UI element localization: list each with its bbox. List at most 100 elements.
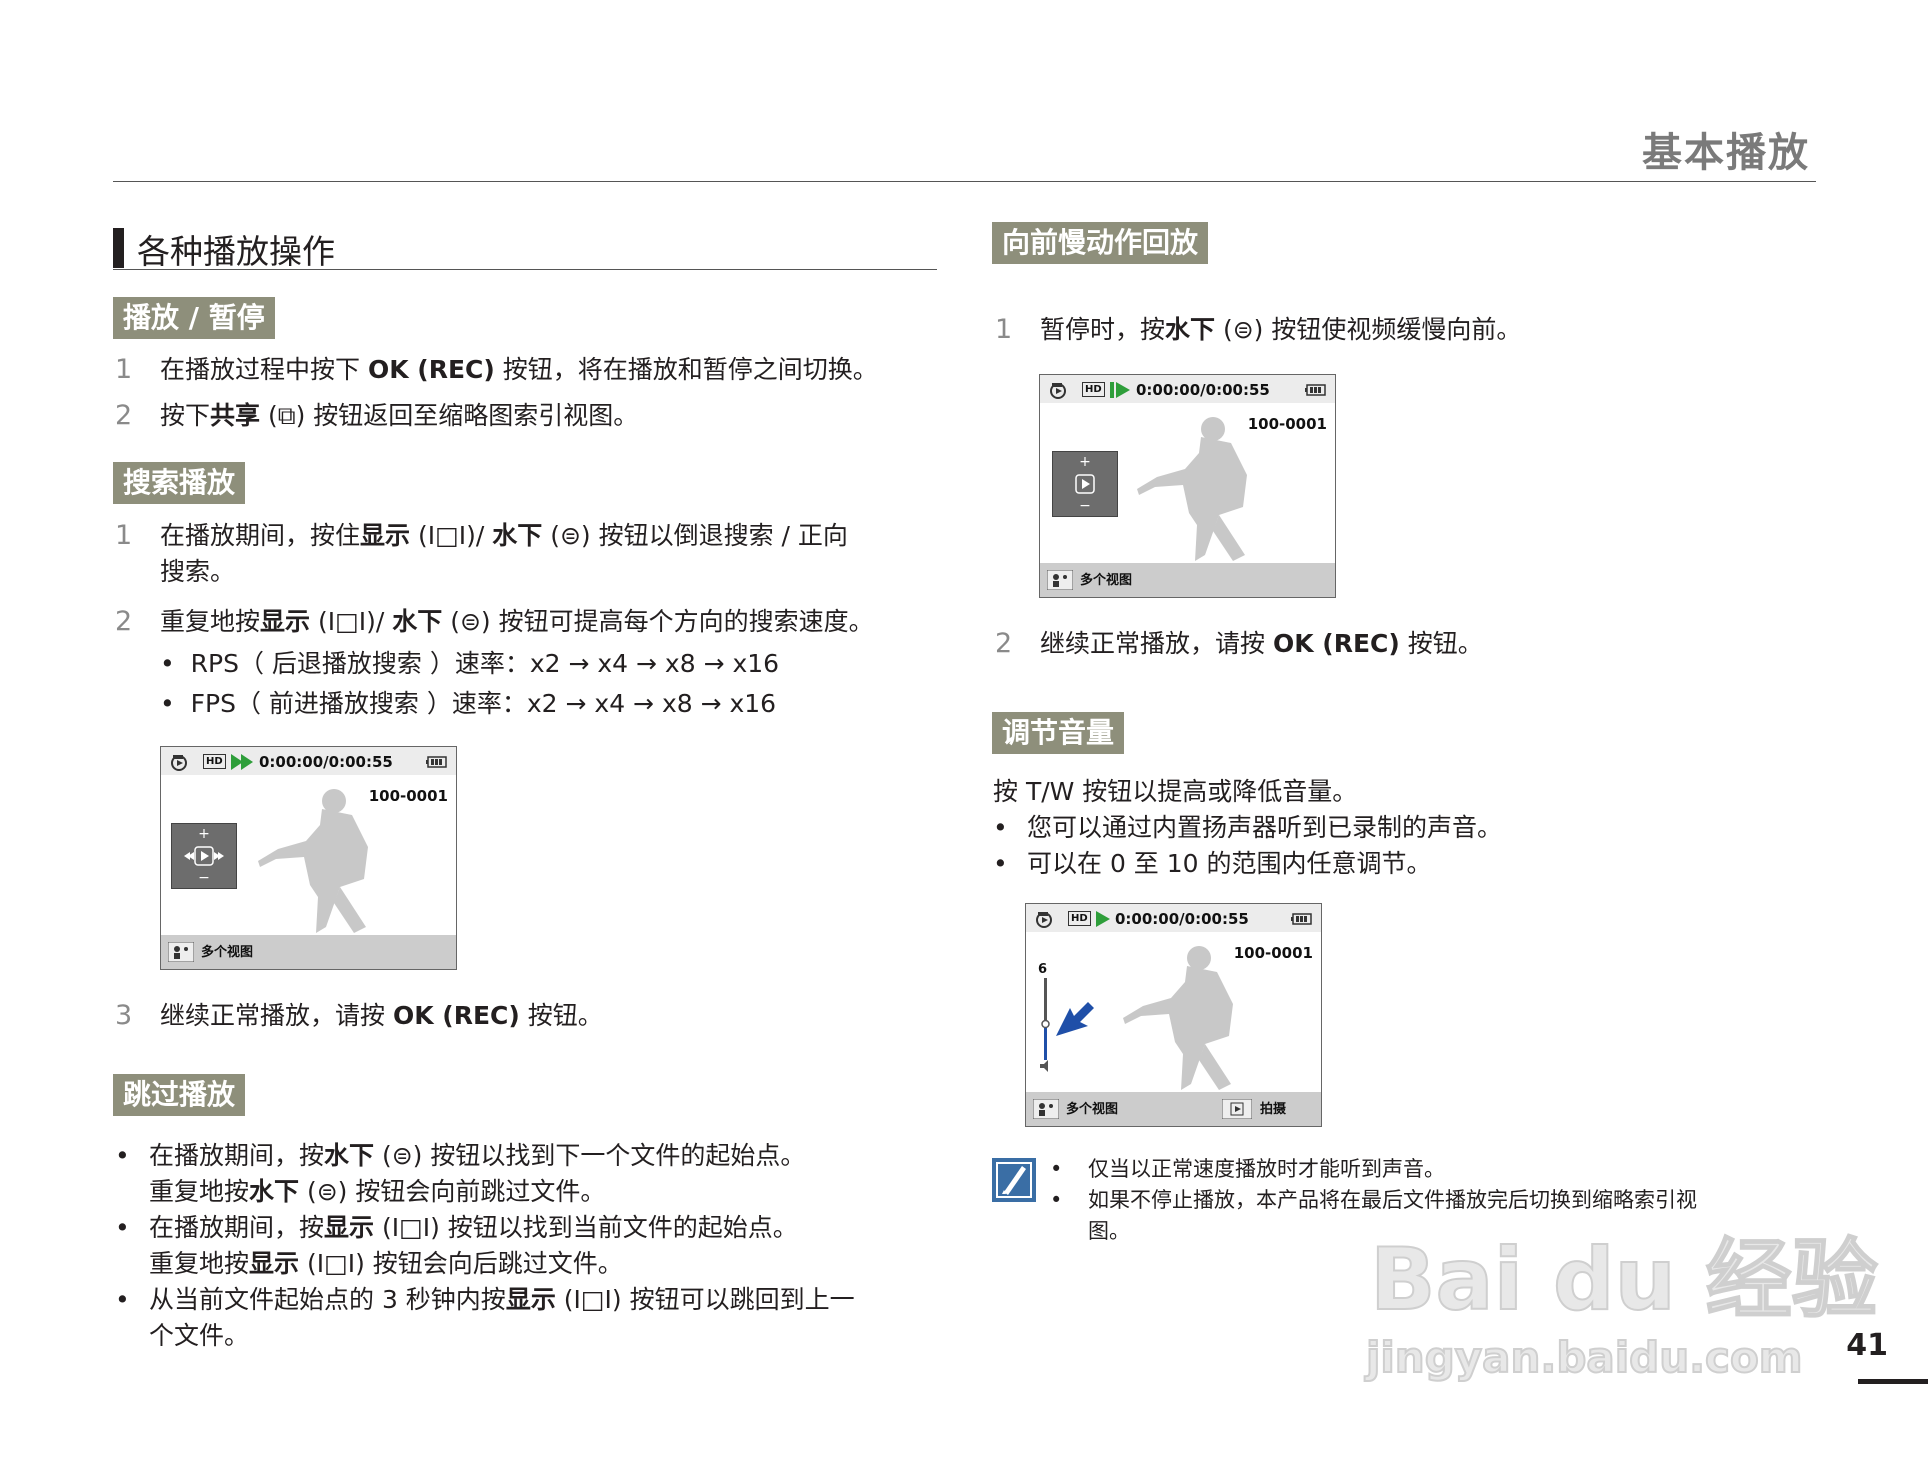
multiview-icon xyxy=(1047,570,1073,590)
item-text: (⊜) 按钮会向前跳过文件。 xyxy=(299,1177,606,1206)
item-bold: 显示 xyxy=(260,607,311,636)
page-number-rule xyxy=(1858,1379,1928,1384)
item-bold: 水下 xyxy=(324,1141,375,1170)
list-item: 1 在播放过程中按下 OK (REC) 按钮，将在播放和暂停之间切换。 xyxy=(115,352,945,392)
item-bold: 显示 xyxy=(249,1249,300,1278)
section-title: 各种播放操作 xyxy=(137,232,335,271)
time-counter: 0:00:00/0:00:55 xyxy=(1115,910,1249,928)
list-item: 2 按下共享 (⧉) 按钮返回至缩略图索引视图。 xyxy=(115,398,945,438)
item-text: 在播放期间，按 xyxy=(149,1213,325,1242)
item-bold: 水下 xyxy=(249,1177,300,1206)
list-item: 2 重复地按显示 (I□I)/ 水下 (⊜) 按钮可提高每个方向的搜索速度。 xyxy=(115,604,955,644)
multiview-label: 多个视图 xyxy=(1066,1102,1119,1117)
dancer-silhouette xyxy=(258,789,368,933)
bullet-text: 您可以通过内置扬声器听到已录制的声音。 xyxy=(1027,813,1503,842)
watermark-url: jingyan.baidu.com xyxy=(1365,1333,1804,1383)
item-number: 1 xyxy=(115,520,133,551)
multiview-icon xyxy=(1033,1099,1059,1119)
item-text: (⧉) 按钮返回至缩略图索引视图。 xyxy=(260,401,639,430)
volume-intro: 按 T/W 按钮以提高或降低音量。 xyxy=(993,777,1358,806)
list-item: • 从当前文件起始点的 3 秒钟内按显示 (I□I) 按钮可以跳回到上一 个文件。 xyxy=(115,1285,855,1350)
item-bold: 共享 xyxy=(210,401,261,430)
item-bold: 水下 xyxy=(492,521,543,550)
watermark-brand: Bai du 经验 xyxy=(1369,1230,1879,1330)
multiview-label: 多个视图 xyxy=(1080,573,1133,588)
item-text: (⊜) 按钮可提高每个方向的搜索速度。 xyxy=(442,607,874,636)
svg-text:−: − xyxy=(1079,498,1091,514)
item-text: 按钮。 xyxy=(1399,629,1483,658)
item-text: (⊜) 按钮以倒退搜索 / 正向 xyxy=(542,521,848,550)
time-counter: 0:00:00/0:00:55 xyxy=(1136,381,1270,399)
item-text: 在播放期间，按住 xyxy=(160,521,361,550)
item-bold: OK (REC) xyxy=(392,1001,520,1030)
play-icon xyxy=(1096,911,1110,927)
playback-mode-icon xyxy=(171,755,187,771)
item-text: (⊜) 按钮以找到下一个文件的起始点。 xyxy=(374,1141,806,1170)
shoot-icon xyxy=(1222,1099,1252,1119)
item-text: 按钮。 xyxy=(519,1001,603,1030)
item-number: 3 xyxy=(115,1000,133,1031)
multiview-label: 多个视图 xyxy=(201,945,254,960)
list-item: 1 在播放期间，按住显示 (I□I)/ 水下 (⊜) 按钮以倒退搜索 / 正向搜… xyxy=(115,518,945,594)
item-text: (I□I) 按钮以找到当前文件的起始点。 xyxy=(374,1213,798,1242)
item-number: 2 xyxy=(115,606,133,637)
hd-badge: HD xyxy=(1082,382,1105,397)
search-direction-icon: +− xyxy=(184,826,224,886)
volume-slider xyxy=(1040,978,1094,1072)
item-text: 按钮，将在播放和暂停之间切换。 xyxy=(494,355,878,384)
dancer-silhouette xyxy=(1123,946,1233,1090)
item-text: 重复地按 xyxy=(160,607,261,636)
search-control-pad: + − xyxy=(171,823,237,889)
svg-text:+: + xyxy=(198,826,210,842)
section-title-bar: 各种播放操作 xyxy=(113,225,937,271)
hd-badge: HD xyxy=(203,754,226,769)
item-number: 1 xyxy=(995,314,1013,345)
fast-forward-icon xyxy=(231,754,253,770)
item-text: (I□I)/ xyxy=(410,521,493,550)
item-text: 重复地按 xyxy=(149,1249,250,1278)
list-item: 3 继续正常播放，请按 OK (REC) 按钮。 xyxy=(115,998,945,1038)
item-text: 个文件。 xyxy=(149,1321,250,1350)
item-bold: OK (REC) xyxy=(367,355,495,384)
item-bold: 显示 xyxy=(505,1285,556,1314)
item-bold: 显示 xyxy=(324,1213,375,1242)
subheading-volume: 调节音量 xyxy=(992,712,1125,754)
item-text: (⊜) 按钮使视频缓慢向前。 xyxy=(1215,315,1522,344)
list-item: • 在播放期间，按水下 (⊜) 按钮以找到下一个文件的起始点。 重复地按水下 (⊜… xyxy=(115,1141,806,1206)
note-text: 图。 xyxy=(1088,1219,1130,1243)
item-number: 2 xyxy=(995,628,1013,659)
bullet-text: RPS（ 后退播放搜索 ）速率：x2 → x4 → x8 → x16 xyxy=(190,649,780,678)
list-item: • 如果不停止播放，本产品将在最后文件播放完后切换到缩略索引视 xyxy=(1050,1185,1810,1216)
item-bold: 水下 xyxy=(1165,315,1216,344)
item-text: (I□I)/ xyxy=(310,607,393,636)
volume-level: 6 xyxy=(1038,962,1048,977)
camera-screen-search: HD 0:00:00/0:00:55 100-0001 + − 多个视图 xyxy=(160,746,457,970)
item-text: (I□I) 按钮可以跳回到上一 xyxy=(555,1285,855,1314)
item-text: 按下 xyxy=(160,401,211,430)
shoot-label: 拍摄 xyxy=(1260,1102,1287,1117)
battery-icon xyxy=(1291,913,1312,925)
item-text: 暂停时，按 xyxy=(1040,315,1166,344)
page-number: 41 xyxy=(1846,1328,1888,1363)
page-header-title: 基本播放 xyxy=(1642,130,1810,176)
subheading-play-pause: 播放 / 暂停 xyxy=(113,297,275,339)
note-text: 仅当以正常速度播放时才能听到声音。 xyxy=(1088,1157,1445,1181)
time-counter: 0:00:00/0:00:55 xyxy=(259,753,393,771)
multiview-icon xyxy=(168,942,194,962)
list-item: • RPS（ 后退播放搜索 ）速率：x2 → x4 → x8 → x16 xyxy=(160,649,780,678)
item-number: 1 xyxy=(115,354,133,385)
hd-badge: HD xyxy=(1068,911,1091,926)
item-text: 在播放期间，按 xyxy=(149,1141,325,1170)
battery-icon xyxy=(426,756,447,768)
item-text: 搜索。 xyxy=(160,557,236,586)
item-bold: 显示 xyxy=(360,521,411,550)
bullet-text: 可以在 0 至 10 的范围内任意调节。 xyxy=(1027,849,1432,878)
header-divider xyxy=(113,181,1816,182)
subheading-search: 搜索播放 xyxy=(113,462,246,504)
svg-text:+: + xyxy=(1079,454,1091,470)
item-bold: OK (REC) xyxy=(1272,629,1400,658)
battery-icon xyxy=(1305,384,1326,396)
list-item: 2 继续正常播放，请按 OK (REC) 按钮。 xyxy=(995,626,1795,666)
item-text: 继续正常播放，请按 xyxy=(160,1001,393,1030)
camera-screen-slow: HD 0:00:00/0:00:55 100-0001 + − 多个视图 xyxy=(1039,374,1336,598)
